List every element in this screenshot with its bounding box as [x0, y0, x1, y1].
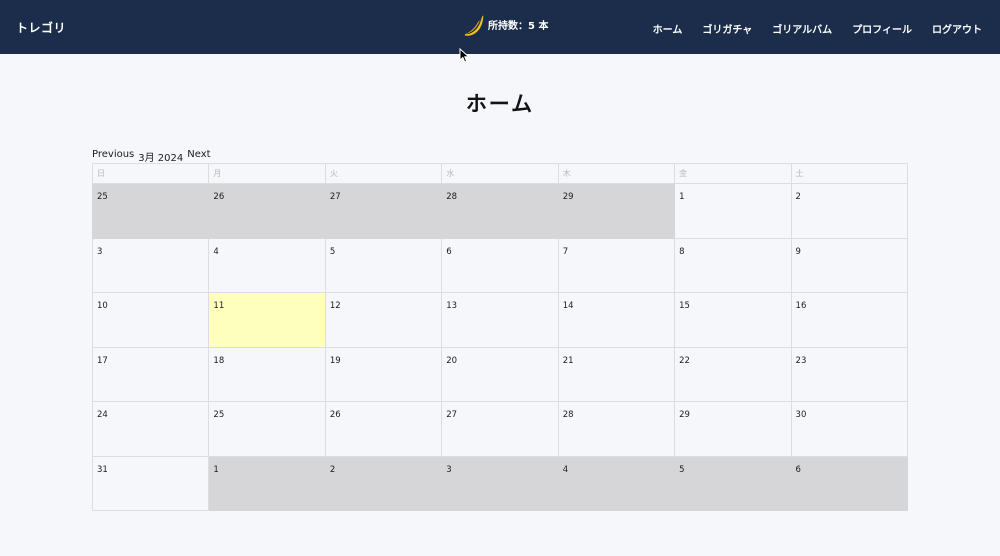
banana-count: 所持数：5 本 — [462, 14, 548, 38]
calendar-day[interactable]: 1 — [674, 183, 792, 239]
calendar-day[interactable]: 27 — [441, 401, 559, 457]
calendar-day[interactable]: 31 — [91, 455, 210, 511]
calendar-day[interactable]: 4 — [208, 237, 326, 293]
calendar-day[interactable]: 7 — [557, 237, 676, 293]
weekday-sun: 日 — [91, 163, 210, 184]
calendar-week-row: 10 11 12 13 14 15 16 — [91, 292, 909, 348]
weekday-tue: 火 — [324, 163, 443, 184]
calendar-day-other-month[interactable]: 5 — [674, 455, 792, 511]
nav-profile[interactable]: プロフィール — [852, 21, 912, 36]
calendar-day[interactable]: 14 — [557, 292, 676, 348]
calendar-day[interactable]: 19 — [324, 346, 443, 402]
calendar-day-other-month[interactable]: 2 — [324, 455, 443, 511]
calendar-day-other-month[interactable]: 3 — [441, 455, 559, 511]
calendar-day[interactable]: 26 — [324, 401, 443, 457]
weekday-mon: 月 — [208, 163, 326, 184]
calendar-day[interactable]: 12 — [324, 292, 443, 348]
calendar-day-other-month[interactable]: 28 — [441, 183, 559, 239]
calendar-day[interactable]: 28 — [557, 401, 676, 457]
calendar-week-row: 25 26 27 28 29 1 2 — [91, 183, 909, 239]
calendar-day[interactable]: 17 — [91, 346, 210, 402]
calendar-table: 日 月 火 水 木 金 土 25 26 27 28 29 1 2 3 4 5 6 7 8 9 10 11 12 1… — [91, 163, 909, 511]
mouse-cursor-icon — [459, 48, 470, 63]
calendar-day[interactable]: 24 — [91, 401, 210, 457]
page-title: ホーム — [465, 92, 535, 116]
calendar-day-other-month[interactable]: 4 — [557, 455, 676, 511]
calendar-day-other-month[interactable]: 25 — [91, 183, 210, 239]
calendar-day[interactable]: 20 — [441, 346, 559, 402]
calendar-month-label: 3月 2024 — [138, 153, 184, 164]
nav-links: ホーム ゴリガチャ ゴリアルバム プロフィール ログアウト — [653, 21, 982, 36]
calendar-day[interactable]: 25 — [208, 401, 326, 457]
nav-album[interactable]: ゴリアルバム — [772, 21, 832, 36]
calendar-navigation: Previous 3月 2024 Next — [92, 149, 211, 164]
calendar-day[interactable]: 10 — [91, 292, 210, 348]
calendar-day[interactable]: 3 — [91, 237, 210, 293]
nav-home[interactable]: ホーム — [653, 21, 683, 36]
calendar-day[interactable]: 22 — [674, 346, 792, 402]
calendar-week-row: 31 1 2 3 4 5 6 — [91, 455, 909, 511]
calendar-day[interactable]: 29 — [674, 401, 792, 457]
nav-logout[interactable]: ログアウト — [932, 21, 982, 36]
calendar-next-link[interactable]: Next — [187, 149, 210, 164]
banana-icon — [464, 14, 484, 36]
weekday-thu: 木 — [557, 163, 676, 184]
calendar-day-other-month[interactable]: 6 — [790, 455, 909, 511]
weekday-fri: 金 — [674, 163, 792, 184]
calendar-day[interactable]: 13 — [441, 292, 559, 348]
calendar-week-row: 17 18 19 20 21 22 23 — [91, 346, 909, 402]
calendar-day[interactable]: 23 — [790, 346, 909, 402]
calendar-day[interactable]: 6 — [441, 237, 559, 293]
calendar-day-other-month[interactable]: 1 — [208, 455, 326, 511]
calendar-day[interactable]: 21 — [557, 346, 676, 402]
calendar-day[interactable]: 16 — [790, 292, 909, 348]
calendar-day[interactable]: 15 — [674, 292, 792, 348]
calendar-day[interactable]: 9 — [790, 237, 909, 293]
calendar-day-other-month[interactable]: 29 — [557, 183, 676, 239]
weekday-wed: 水 — [441, 163, 559, 184]
calendar-day-other-month[interactable]: 26 — [208, 183, 326, 239]
nav-gacha[interactable]: ゴリガチャ — [702, 21, 752, 36]
brand-logo[interactable]: トレゴリ — [16, 19, 66, 36]
calendar-day[interactable]: 30 — [790, 401, 909, 457]
calendar-week-row: 3456789 — [91, 237, 909, 293]
calendar-day[interactable]: 5 — [324, 237, 443, 293]
calendar-previous-link[interactable]: Previous — [92, 149, 134, 164]
weekday-header-row: 日 月 火 水 木 金 土 — [91, 163, 909, 184]
calendar-day[interactable]: 2 — [790, 183, 909, 239]
banana-count-text: 所持数：5 本 — [488, 20, 549, 32]
navbar: トレゴリ 所持数：5 本 ホーム ゴリガチャ ゴリアルバム プロフィール ログア… — [0, 0, 1000, 54]
calendar-day-today[interactable]: 11 — [208, 292, 326, 348]
calendar-day[interactable]: 8 — [674, 237, 792, 293]
calendar-body: 25 26 27 28 29 1 2 3 4 5 6 7 8 9 10 11 12 13 14 15 16 17 18 19 2… — [91, 183, 909, 511]
calendar-week-row: 24 25 26 27 28 29 30 — [91, 401, 909, 457]
calendar-day[interactable]: 18 — [208, 346, 326, 402]
calendar-day-other-month[interactable]: 27 — [324, 183, 443, 239]
weekday-sat: 土 — [790, 163, 909, 184]
